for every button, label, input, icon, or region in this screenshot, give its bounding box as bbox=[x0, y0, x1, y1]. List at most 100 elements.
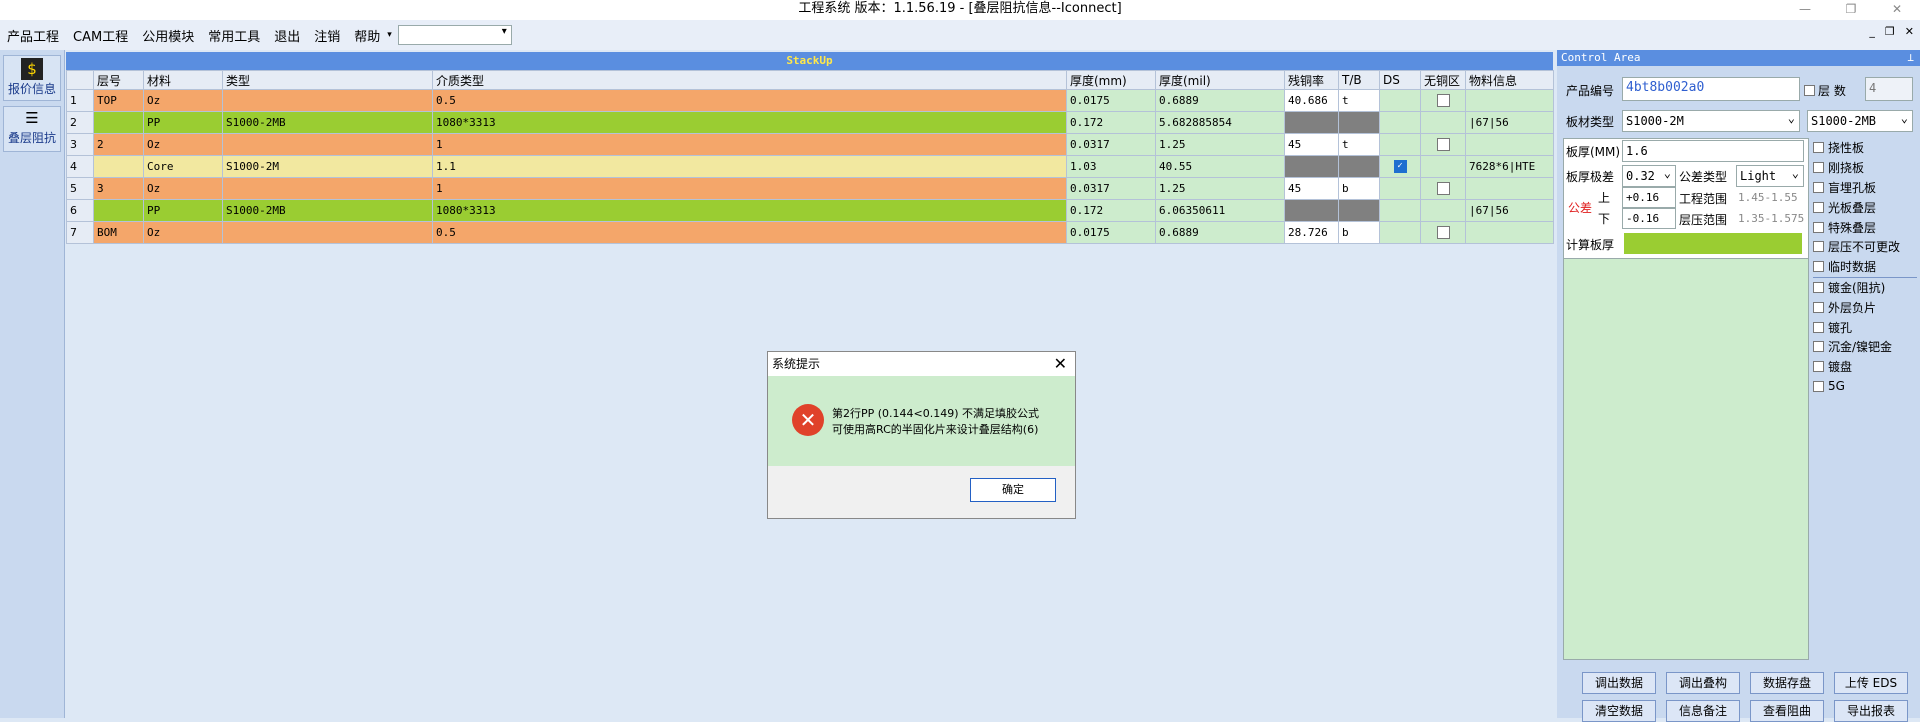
tb-cell[interactable] bbox=[1338, 155, 1380, 178]
col-header-ds[interactable]: DS bbox=[1379, 70, 1421, 90]
thickness-mil-cell[interactable]: 0.6889 bbox=[1155, 89, 1285, 112]
residual-copper-cell[interactable] bbox=[1284, 111, 1339, 134]
tb-cell[interactable]: b bbox=[1338, 177, 1380, 200]
thickness-mm-cell[interactable]: 0.172 bbox=[1066, 111, 1156, 134]
option-checkbox[interactable] bbox=[1813, 301, 1824, 313]
col-header-material[interactable]: 材料 bbox=[143, 70, 223, 90]
type-cell[interactable] bbox=[222, 177, 433, 200]
control-button[interactable]: 调出数据 bbox=[1582, 672, 1656, 694]
material-cell[interactable]: Core bbox=[143, 155, 223, 178]
layer-cell[interactable] bbox=[93, 111, 144, 134]
material-cell[interactable]: Oz bbox=[143, 133, 223, 156]
option-item[interactable]: 沉金/镍钯金 bbox=[1813, 337, 1917, 357]
layer-cell[interactable]: 2 bbox=[93, 133, 144, 156]
option-item[interactable]: 临时数据 bbox=[1813, 257, 1917, 277]
option-item[interactable]: 镀金(阻抗) bbox=[1813, 276, 1917, 298]
menu-item-exit[interactable]: 退出 bbox=[267, 26, 307, 45]
no-copper-cell[interactable] bbox=[1420, 155, 1466, 178]
ds-cell[interactable] bbox=[1379, 177, 1421, 200]
no-copper-cell[interactable] bbox=[1420, 133, 1466, 156]
table-row[interactable]: 2 PP S1000-2MB 1080*3313 0.172 5.682885854 |67… bbox=[66, 111, 1554, 134]
no-copper-checkbox[interactable] bbox=[1436, 226, 1450, 240]
thickness-mil-cell[interactable]: 40.55 bbox=[1155, 155, 1285, 178]
control-button[interactable]: 信息备注 bbox=[1666, 700, 1740, 722]
layer-cell[interactable]: TOP bbox=[93, 89, 144, 112]
table-row[interactable]: 7 BOM Oz 0.5 0.0175 0.6889 28.726 b bbox=[66, 221, 1554, 244]
maximize-icon[interactable]: ❐ bbox=[1828, 0, 1874, 20]
option-checkbox[interactable] bbox=[1813, 241, 1824, 253]
control-button[interactable]: 数据存盘 bbox=[1750, 672, 1824, 694]
col-header-residual-copper[interactable]: 残铜率 bbox=[1284, 70, 1339, 90]
ds-cell[interactable] bbox=[1379, 133, 1421, 156]
option-checkbox[interactable] bbox=[1813, 162, 1824, 174]
tb-cell[interactable]: t bbox=[1338, 133, 1380, 156]
row-number-cell[interactable]: 1 bbox=[66, 89, 94, 112]
ds-cell[interactable]: ✓ bbox=[1379, 155, 1421, 178]
option-item[interactable]: 镀盘 bbox=[1813, 357, 1917, 377]
control-button[interactable]: 上传 EDS bbox=[1834, 672, 1908, 694]
close-icon[interactable]: ✕ bbox=[1874, 0, 1920, 20]
thickness-mil-cell[interactable]: 0.6889 bbox=[1155, 221, 1285, 244]
menu-dropdown-arrow-icon[interactable]: ▾ bbox=[387, 30, 392, 40]
thickness-mm-cell[interactable]: 1.03 bbox=[1066, 155, 1156, 178]
option-checkbox[interactable] bbox=[1813, 201, 1824, 213]
board-type-select[interactable]: S1000-2M bbox=[1622, 108, 1800, 132]
material-cell[interactable]: Oz bbox=[143, 89, 223, 112]
dialog-close-icon[interactable]: ✕ bbox=[1054, 352, 1067, 376]
row-number-cell[interactable]: 7 bbox=[66, 221, 94, 244]
dielectric-cell[interactable]: 0.5 bbox=[432, 221, 1067, 244]
material-info-cell[interactable] bbox=[1465, 89, 1554, 112]
no-copper-cell[interactable] bbox=[1420, 111, 1466, 134]
layer-cell[interactable] bbox=[93, 199, 144, 222]
menu-item-product[interactable]: 产品工程 bbox=[0, 26, 66, 45]
tb-cell[interactable] bbox=[1338, 111, 1380, 134]
dielectric-cell[interactable]: 1.1 bbox=[432, 155, 1067, 178]
option-item[interactable]: 挠性板 bbox=[1813, 138, 1917, 158]
option-checkbox[interactable] bbox=[1813, 341, 1824, 353]
option-checkbox[interactable] bbox=[1813, 261, 1824, 273]
material-info-cell[interactable] bbox=[1465, 133, 1554, 156]
ds-cell[interactable] bbox=[1379, 89, 1421, 112]
tb-cell[interactable]: t bbox=[1338, 89, 1380, 112]
menu-select[interactable] bbox=[397, 25, 512, 45]
type-cell[interactable] bbox=[222, 221, 433, 244]
option-item[interactable]: 刚挠板 bbox=[1813, 158, 1917, 178]
table-row[interactable]: 4 Core S1000-2M 1.1 1.03 40.55 ✓ 7628*6|HTE bbox=[66, 155, 1554, 178]
no-copper-checkbox[interactable] bbox=[1436, 182, 1450, 196]
residual-copper-cell[interactable] bbox=[1284, 155, 1339, 178]
mdi-restore-icon[interactable]: ❐ bbox=[1885, 25, 1895, 38]
thickness-input[interactable]: 1.6 bbox=[1622, 140, 1804, 162]
col-header-material-info[interactable]: 物料信息 bbox=[1465, 70, 1554, 90]
nav-quote-button[interactable]: $ 报价信息 bbox=[3, 55, 61, 101]
type-cell[interactable]: S1000-2M bbox=[222, 155, 433, 178]
thickness-mm-cell[interactable]: 0.0175 bbox=[1066, 89, 1156, 112]
option-item[interactable]: 镀孔 bbox=[1813, 317, 1917, 337]
pin-icon[interactable]: ⊥ bbox=[1907, 50, 1914, 66]
col-header-tb[interactable]: T/B bbox=[1338, 70, 1380, 90]
layer-cell[interactable] bbox=[93, 155, 144, 178]
product-input[interactable]: 4bt8b002a0 bbox=[1622, 77, 1800, 101]
layer-cell[interactable]: BOM bbox=[93, 221, 144, 244]
tolerance-type-select[interactable]: Light bbox=[1736, 163, 1804, 187]
dialog-ok-button[interactable]: 确定 bbox=[970, 478, 1056, 502]
menu-item-cam[interactable]: CAM工程 bbox=[66, 26, 135, 45]
option-checkbox[interactable] bbox=[1813, 380, 1824, 392]
residual-copper-cell[interactable]: 45 bbox=[1284, 133, 1339, 156]
lower-tolerance-input[interactable]: -0.16 bbox=[1622, 208, 1676, 229]
material-info-cell[interactable]: |67|56 bbox=[1465, 199, 1554, 222]
option-checkbox[interactable] bbox=[1813, 361, 1824, 373]
menu-item-public[interactable]: 公用模块 bbox=[135, 26, 201, 45]
layers-checkbox[interactable] bbox=[1804, 85, 1815, 96]
type-cell[interactable]: S1000-2MB bbox=[222, 199, 433, 222]
col-header-layer[interactable]: 层号 bbox=[93, 70, 144, 90]
col-header-thickness-mm[interactable]: 厚度(mm) bbox=[1066, 70, 1156, 90]
material-cell[interactable]: PP bbox=[143, 111, 223, 134]
option-checkbox[interactable] bbox=[1813, 181, 1824, 193]
dielectric-cell[interactable]: 0.5 bbox=[432, 89, 1067, 112]
material-cell[interactable]: PP bbox=[143, 199, 223, 222]
material-info-cell[interactable]: |67|56 bbox=[1465, 111, 1554, 134]
ds-cell[interactable] bbox=[1379, 221, 1421, 244]
thickness-mil-cell[interactable]: 5.682885854 bbox=[1155, 111, 1285, 134]
row-number-cell[interactable]: 3 bbox=[66, 133, 94, 156]
material-info-cell[interactable] bbox=[1465, 177, 1554, 200]
